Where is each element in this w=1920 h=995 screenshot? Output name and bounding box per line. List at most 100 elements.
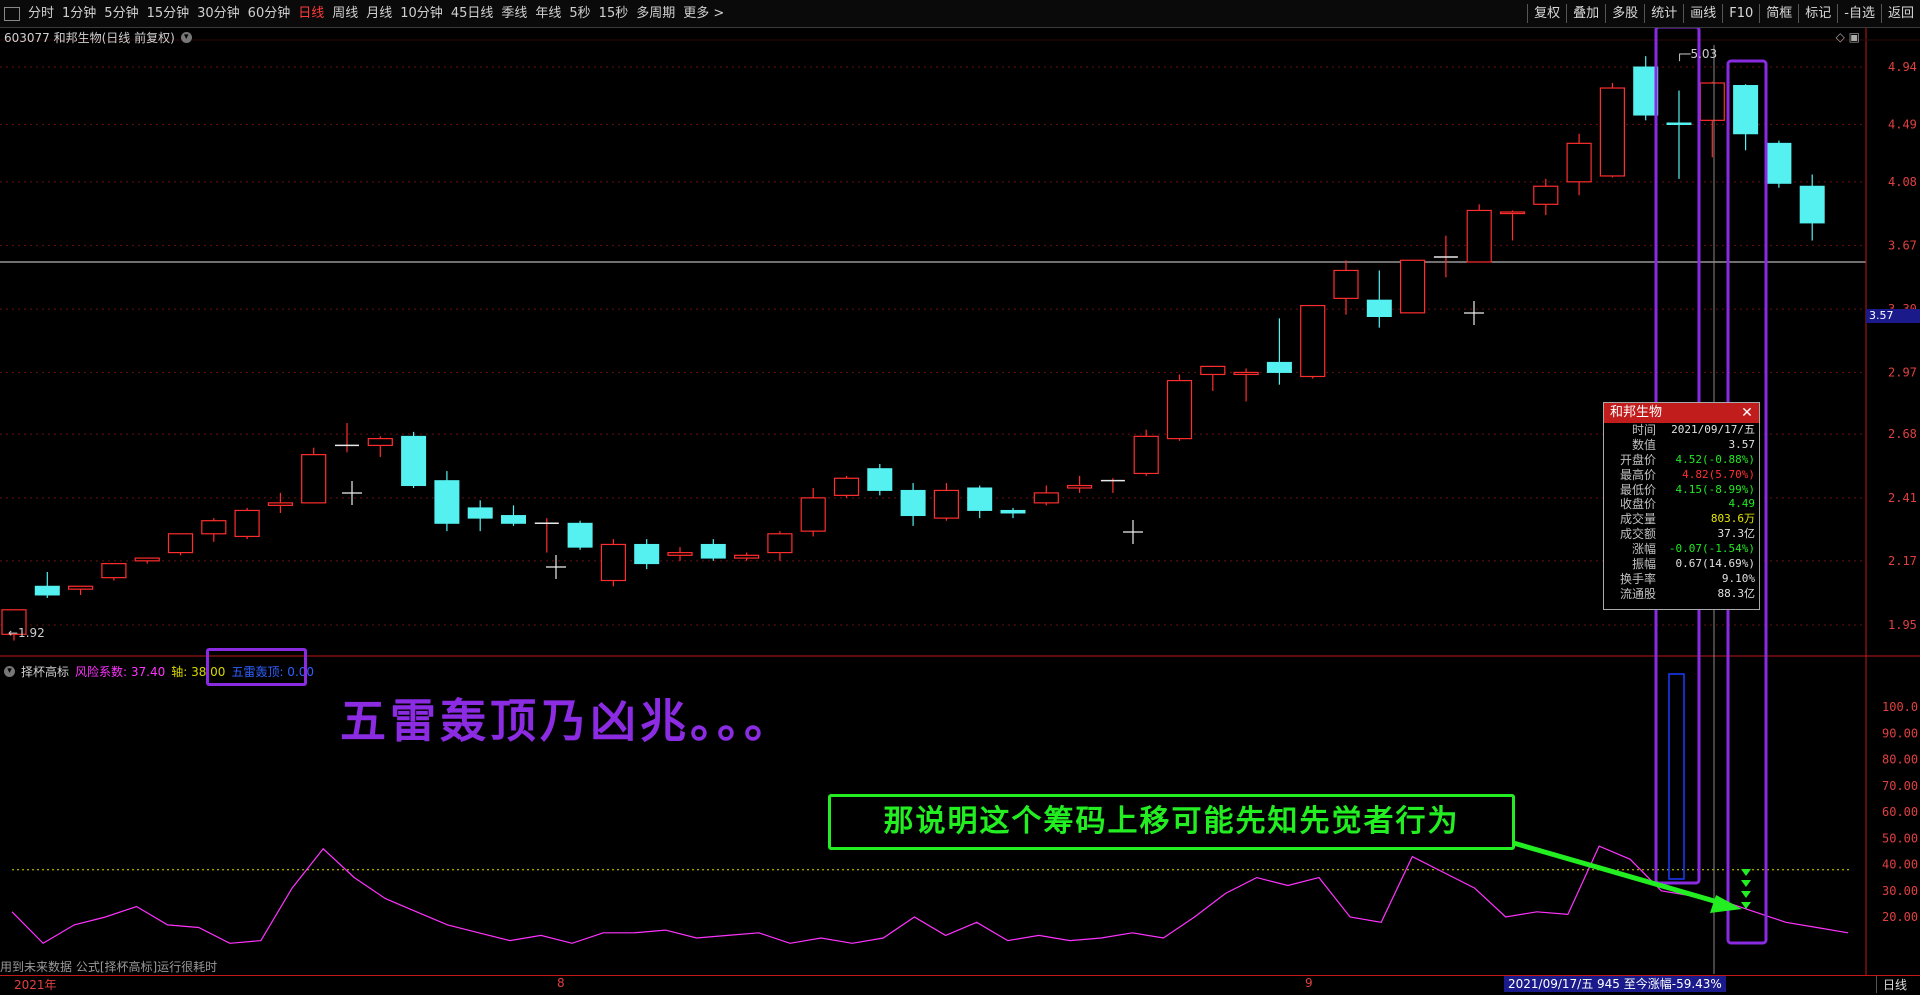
- candle-body-up: [101, 563, 127, 579]
- price-tick-label: 4.94: [1888, 60, 1917, 74]
- info-value: 803.6万: [1710, 512, 1755, 526]
- price-tick-label: 4.49: [1888, 117, 1917, 131]
- candle-body-down: [867, 468, 893, 491]
- close-icon[interactable]: ✕: [1739, 403, 1755, 423]
- info-row: 流通股 88.3亿: [1604, 587, 1759, 602]
- diamond-icon[interactable]: ◇: [1836, 30, 1845, 44]
- period-tab[interactable]: 10分钟: [396, 0, 447, 27]
- candle-body-down: [434, 480, 460, 524]
- period-tab[interactable]: 30分钟: [193, 0, 244, 27]
- tool-button[interactable]: 返回: [1880, 4, 1920, 23]
- info-row: 成交量 803.6万: [1604, 512, 1759, 527]
- candle-body-up: [301, 454, 327, 504]
- info-key: 振幅: [1631, 557, 1656, 572]
- tool-button[interactable]: -自选: [1837, 4, 1881, 23]
- annotation-big-text: 五雷轰顶乃凶兆。。。: [340, 694, 794, 748]
- indicator-tick-label: 20.00: [1882, 910, 1918, 924]
- candle-body-down: [900, 489, 926, 517]
- info-key: 开盘价: [1619, 452, 1656, 467]
- info-row: 数值 3.57: [1604, 438, 1759, 453]
- info-key: 收盘价: [1619, 497, 1656, 512]
- candle-body-down: [401, 435, 427, 487]
- tool-button[interactable]: 标记: [1798, 4, 1837, 23]
- info-row: 时间 2021/09/17/五: [1604, 423, 1759, 438]
- candle-body-up: [767, 533, 793, 554]
- indicator-tick-label: 90.00: [1882, 726, 1918, 740]
- indicator-tick-label: 70.00: [1882, 779, 1918, 793]
- info-value: 2021/09/17/五: [1671, 423, 1755, 436]
- candle-body-up: [1599, 87, 1626, 177]
- info-row: 成交额 37.3亿: [1604, 527, 1759, 542]
- dropdown-icon[interactable]: ▾: [180, 32, 192, 43]
- formula-note: 用到未来数据 公式[择杯高标]运行很耗时: [0, 960, 218, 974]
- candle-body-down: [34, 585, 60, 596]
- stock-title: 603077 和邦生物(日线 前复权): [4, 31, 175, 45]
- tool-button[interactable]: 叠加: [1566, 4, 1605, 23]
- period-tab[interactable]: 多周期: [632, 0, 679, 27]
- period-tab[interactable]: 1分钟: [58, 0, 100, 27]
- candle-body-up: [667, 551, 693, 556]
- period-tab[interactable]: 日线: [294, 0, 328, 27]
- period-tab[interactable]: 5秒: [565, 0, 594, 27]
- info-key: 数值: [1631, 437, 1656, 452]
- green-arrow-icon: [1741, 880, 1751, 887]
- info-value: 4.49: [1728, 497, 1756, 511]
- info-value: 37.3亿: [1717, 527, 1756, 541]
- period-tab[interactable]: 周线: [328, 0, 362, 27]
- info-rows: 时间 2021/09/17/五 数值 3.57 开盘价 4.52(-0.88%) 最高价 4.…: [1604, 423, 1759, 602]
- date-label-aug: 8: [557, 976, 565, 990]
- period-tab[interactable]: 更多 >: [679, 0, 728, 27]
- info-value: 4.82(5.70%): [1682, 467, 1755, 481]
- info-row: 收盘价 4.49: [1604, 497, 1759, 512]
- tool-button[interactable]: 多股: [1605, 4, 1644, 23]
- tool-button[interactable]: 统计: [1644, 4, 1683, 23]
- candle-body-up: [367, 438, 393, 447]
- info-value: 0.67(14.69%): [1675, 557, 1755, 571]
- menu-icon[interactable]: [4, 6, 20, 21]
- period-tab[interactable]: 季线: [497, 0, 531, 27]
- tool-button[interactable]: 画线: [1683, 4, 1722, 23]
- panel-control-icons: ◇ ▣: [1836, 30, 1860, 44]
- info-key: 换手率: [1619, 571, 1656, 586]
- tool-button[interactable]: 复权: [1527, 4, 1566, 23]
- green-arrow-icon: [1741, 891, 1751, 898]
- period-tab[interactable]: 5分钟: [100, 0, 142, 27]
- info-value: 4.52(-0.88%): [1675, 452, 1755, 466]
- candle-body-up: [134, 557, 160, 562]
- candle-body-up: [833, 477, 860, 496]
- info-key: 流通股: [1619, 586, 1656, 601]
- tab-daily[interactable]: 日线: [1876, 976, 1907, 993]
- period-tab[interactable]: 月线: [362, 0, 396, 27]
- tool-button[interactable]: 简框: [1759, 4, 1798, 23]
- period-tab[interactable]: 15分钟: [143, 0, 194, 27]
- indicator-tick-label: 50.00: [1882, 831, 1918, 845]
- candle-body-up: [234, 509, 260, 538]
- indicator-name[interactable]: 择杯高标: [21, 663, 69, 680]
- info-row: 振幅 0.67(14.69%): [1604, 557, 1759, 572]
- period-tab[interactable]: 45日线: [447, 0, 498, 27]
- candle-body-up: [800, 497, 826, 532]
- info-key: 成交量: [1619, 512, 1656, 527]
- candle-body-down: [1000, 509, 1026, 514]
- period-tab[interactable]: 年线: [531, 0, 565, 27]
- info-popup-header[interactable]: 和邦生物 ✕: [1604, 403, 1759, 423]
- indicator-tick-label: 80.00: [1882, 753, 1918, 767]
- indicator-tick-label: 30.00: [1882, 884, 1918, 898]
- info-key: 成交额: [1619, 527, 1656, 542]
- candlestick-series: [1, 56, 1825, 641]
- price-tick-label: 2.97: [1888, 365, 1917, 379]
- indicator-tick-label: 40.00: [1882, 858, 1918, 872]
- period-tab[interactable]: 60分钟: [244, 0, 295, 27]
- period-tab[interactable]: 15秒: [595, 0, 633, 27]
- green-arrow-head-icon: [1710, 895, 1742, 913]
- info-row: 最高价 4.82(5.70%): [1604, 468, 1759, 483]
- candle-body-down: [967, 487, 993, 511]
- indicator-settings-icon[interactable]: ▾: [4, 666, 15, 677]
- candle-body-up: [933, 489, 960, 519]
- bar-info-popup[interactable]: 和邦生物 ✕ 时间 2021/09/17/五 数值 3.57 开盘价 4.52(-0.88…: [1603, 402, 1760, 610]
- info-value: 9.10%: [1721, 571, 1755, 585]
- high-price-arrow-icon: ┌─: [1676, 47, 1691, 61]
- window-icon[interactable]: ▣: [1849, 30, 1860, 44]
- tool-button[interactable]: F10: [1722, 4, 1759, 23]
- period-tab[interactable]: 分时: [24, 0, 58, 27]
